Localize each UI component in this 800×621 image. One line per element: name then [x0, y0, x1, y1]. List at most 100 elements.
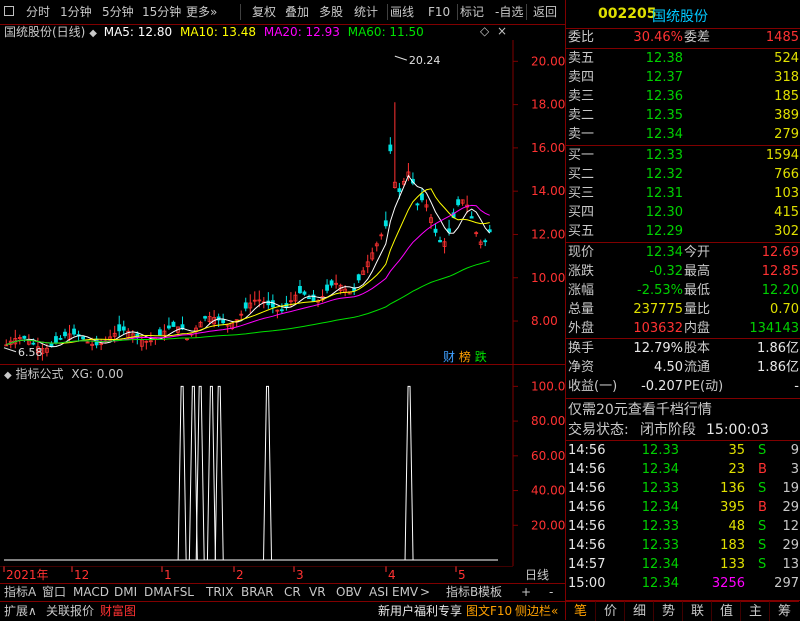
buy-level-5[interactable]: 买五 12.29 302	[566, 223, 800, 241]
candle-body	[329, 280, 334, 286]
candle-body	[203, 316, 207, 319]
buy-level-1[interactable]: 买一 12.33 1594	[566, 147, 800, 165]
indicator-tab-12[interactable]: EMV	[392, 584, 418, 601]
indicator-tab-7[interactable]: BRAR	[241, 584, 274, 601]
toolbar-menu-icon[interactable]	[4, 6, 14, 16]
toolbar-item-6[interactable]: 叠加	[285, 3, 309, 21]
panel-tab-3[interactable]: 势	[653, 601, 683, 621]
depth-promo[interactable]: 仅需20元查看千档行情	[568, 401, 712, 419]
sell-level-2[interactable]: 卖二 12.35 389	[566, 107, 800, 125]
toolbar-item-12[interactable]: -自选	[495, 3, 523, 21]
candle-body	[356, 274, 361, 281]
indicator-tab-10[interactable]: OBV	[336, 584, 362, 601]
toolbar-item-4[interactable]: 更多»	[186, 3, 217, 21]
dayline-label[interactable]: 日线	[525, 568, 549, 582]
indicator-y-label: 100.00	[531, 379, 565, 393]
toolbar-item-5[interactable]: 复权	[252, 3, 276, 21]
book-price: 12.29	[645, 224, 683, 239]
indicator-tab-5[interactable]: FSL	[173, 584, 194, 601]
toolbar-item-10[interactable]: F10	[428, 3, 450, 21]
sell-level-5[interactable]: 卖五 12.38 524	[566, 50, 800, 68]
panel-tab-7[interactable]: 筹	[769, 601, 799, 621]
buy-level-3[interactable]: 买三 12.31 103	[566, 185, 800, 203]
candle-body	[22, 335, 27, 339]
bottom-tab-1[interactable]: 关联报价	[46, 603, 94, 620]
indicator-tab-3[interactable]: DMI	[114, 584, 137, 601]
book-label: 买四	[568, 205, 595, 220]
ma-line-ma5	[6, 174, 491, 348]
bottom-bar: 扩展∧ 关联报价 财富图 新用户福利专享 图文F10 侧边栏«	[0, 601, 565, 621]
candle-body	[388, 144, 393, 152]
indicator-tab-2[interactable]: MACD	[73, 584, 109, 601]
panel-tab-5[interactable]: 值	[711, 601, 741, 621]
toolbar-item-11[interactable]: 标记	[460, 3, 484, 21]
stat-value: 103632	[633, 321, 683, 336]
panel-tab-6[interactable]: 主	[740, 601, 770, 621]
book-label: 卖一	[568, 127, 595, 142]
indicator-tab-6[interactable]: TRIX	[206, 584, 233, 601]
candle-body	[325, 284, 329, 291]
indicator-tab-0[interactable]: 指标A	[4, 584, 36, 601]
panel-tab-0[interactable]: 笔	[566, 601, 595, 621]
chevron-right-icon: »	[210, 5, 218, 19]
panel-tab-1[interactable]: 价	[595, 601, 625, 621]
promo-row[interactable]: 仅需20元查看千档行情	[566, 401, 800, 419]
sidebar-toggle[interactable]: 侧边栏«	[515, 603, 558, 620]
toolbar-item-1[interactable]: 1分钟	[60, 3, 92, 21]
new-user-promo[interactable]: 新用户福利专享	[378, 603, 462, 620]
bottom-tab-0[interactable]: 扩展∧	[4, 603, 37, 620]
kline-chart[interactable]: 8.00 10.00 12.00 14.00 16.00 18.00 20.00 20.24 6…	[0, 40, 565, 364]
toolbar-item-3[interactable]: 15分钟	[142, 3, 181, 21]
book-price: 12.35	[645, 108, 683, 123]
bottom-tab-2[interactable]: 财富图	[100, 603, 136, 620]
toolbar-item-0[interactable]: 分时	[26, 3, 50, 21]
candle-body	[307, 297, 311, 300]
indicator-tab-15[interactable]: 模板	[478, 584, 502, 601]
indicator-plot[interactable]: 20.00 40.00 60.00 80.00 100.00	[0, 365, 565, 566]
badge-fall[interactable]: 跌	[475, 350, 487, 364]
stat-row: 涨幅 -2.53% 最低 12.20	[566, 282, 800, 300]
stat-row: 总量 237775 量比 0.70	[566, 301, 800, 319]
settings-icon[interactable]: ◆	[89, 28, 97, 39]
ma-line-ma20	[6, 204, 490, 346]
sell-level-3[interactable]: 卖三 12.36 185	[566, 88, 800, 106]
badge-fin[interactable]: 财	[443, 350, 455, 364]
indicator-chart[interactable]: ◆ 指标公式 XG: 0.00 20.00 40.00 60.00 80.00 100.…	[0, 365, 565, 566]
indicator-tab-13[interactable]: >	[420, 584, 430, 601]
diamond-icon[interactable]: ◇	[480, 24, 489, 38]
y-tick-label: 14.00	[531, 184, 565, 198]
indicator-tab-11[interactable]: ASI	[369, 584, 388, 601]
indicator-tab-14[interactable]: 指标B	[446, 584, 478, 601]
indicator-tab-9[interactable]: VR	[309, 584, 326, 601]
toolbar-item-9[interactable]: 画线	[390, 3, 414, 21]
sell-level-1[interactable]: 卖一 12.34 279	[566, 126, 800, 144]
indicator-tab-4[interactable]: DMA	[144, 584, 172, 601]
toolbar-item-7[interactable]: 多股	[319, 3, 343, 21]
fundamental-row: 换手 12.79% 股本 1.86亿	[566, 340, 800, 358]
panel-tab-4[interactable]: 联	[682, 601, 712, 621]
indicator-tab-16[interactable]: +	[521, 584, 531, 601]
main-chart[interactable]: 国统股份(日线) ◆ MA5: 12.80 MA10: 13.48 MA20: …	[0, 24, 565, 364]
panel-tab-2[interactable]: 细	[624, 601, 654, 621]
tick-row: 14:56 12.33 48 S 12	[566, 518, 800, 536]
indicator-tab-1[interactable]: 窗口	[42, 584, 66, 601]
toolbar-item-2[interactable]: 5分钟	[102, 3, 134, 21]
book-volume: 302	[774, 224, 799, 239]
ma5-label: MA5: 12.80	[103, 25, 173, 39]
tick-count: 29	[782, 538, 799, 553]
sell-level-4[interactable]: 卖四 12.37 318	[566, 69, 800, 87]
toolbar-item-13[interactable]: 返回	[533, 3, 557, 21]
indicator-tab-17[interactable]: -	[549, 584, 553, 601]
buy-level-4[interactable]: 买四 12.30 415	[566, 204, 800, 222]
indicator-tab-8[interactable]: CR	[284, 584, 301, 601]
indicator-y-label: 40.00	[531, 484, 565, 498]
buy-level-2[interactable]: 买二 12.32 766	[566, 166, 800, 184]
book-label: 买五	[568, 224, 595, 239]
candle-body	[171, 321, 176, 327]
f10-button[interactable]: 图文F10	[466, 603, 512, 620]
toolbar-item-8[interactable]: 统计	[354, 3, 378, 21]
close-icon[interactable]: ×	[497, 24, 507, 38]
badges: 财 榜 跌	[443, 348, 487, 365]
badge-rank[interactable]: 榜	[459, 350, 471, 364]
stock-name: 国统股份	[652, 9, 708, 25]
